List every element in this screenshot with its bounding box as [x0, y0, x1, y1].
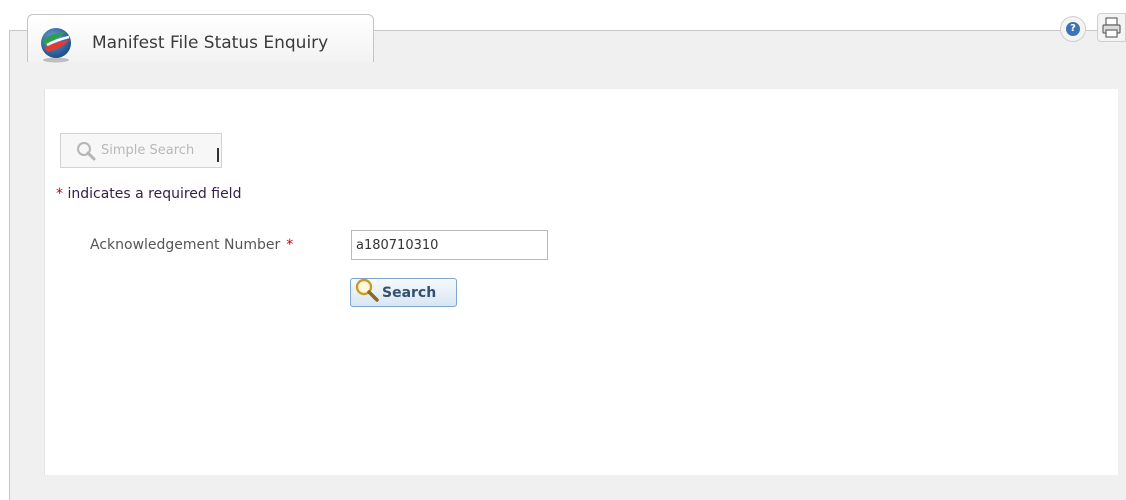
page-title: Manifest File Status Enquiry [92, 33, 329, 53]
app-logo-icon [41, 28, 71, 63]
search-button-label: Search [382, 284, 437, 301]
text-cursor [217, 148, 219, 162]
ack-number-input[interactable] [351, 230, 548, 260]
ack-required-star: * [286, 237, 294, 253]
required-note-text: indicates a required field [67, 186, 242, 202]
simple-search-label: Simple Search [101, 143, 195, 158]
printer-icon [1102, 17, 1121, 38]
help-icon[interactable] [1060, 16, 1086, 42]
simple-search-button[interactable]: Simple Search [60, 133, 222, 168]
ack-number-label: Acknowledgement Number * [90, 237, 293, 253]
magnifier-icon [77, 141, 96, 160]
print-icon[interactable] [1097, 13, 1126, 42]
ack-number-label-text: Acknowledgement Number [90, 237, 281, 253]
required-field-note: * indicates a required field [56, 186, 241, 202]
required-star: * [56, 186, 63, 202]
search-button[interactable]: Search [350, 278, 457, 307]
magnifier-icon [355, 278, 379, 302]
